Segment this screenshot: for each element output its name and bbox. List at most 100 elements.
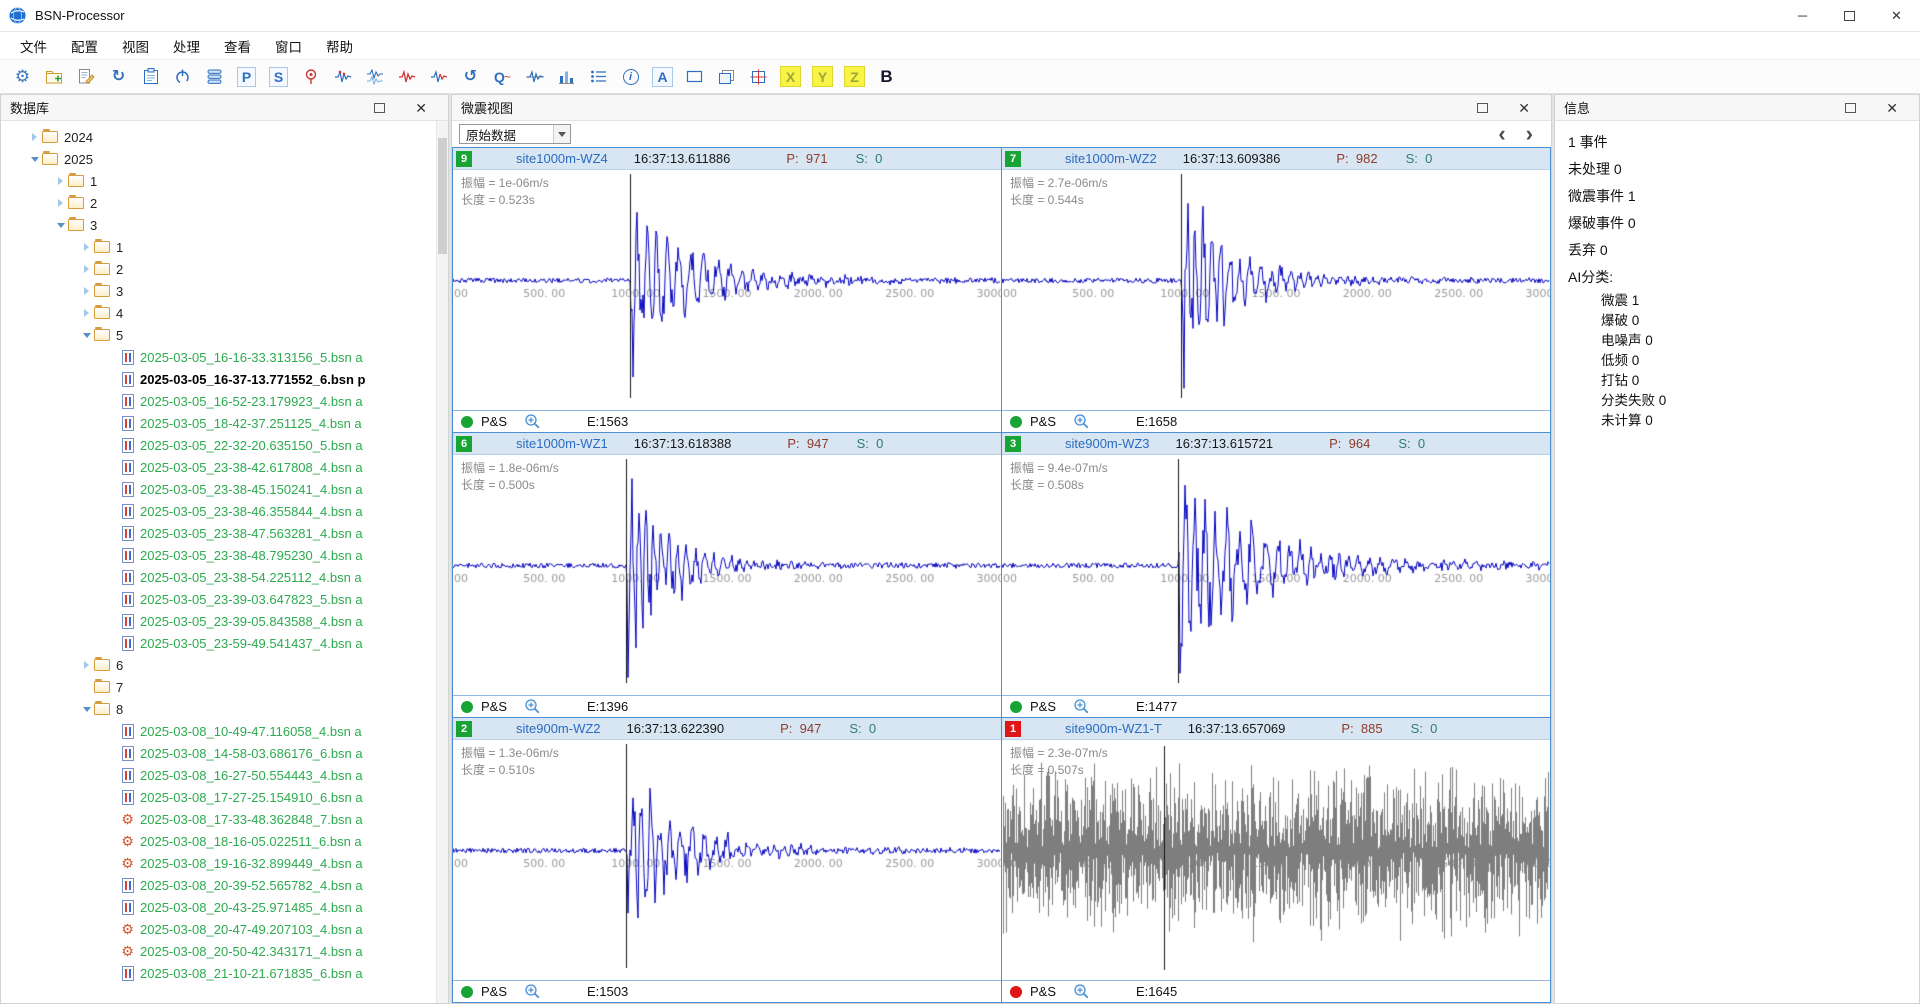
menu-window[interactable]: 窗口 bbox=[263, 32, 314, 59]
tree-file-row[interactable]: 2025-03-05_22-32-20.635150_5.bsn a bbox=[1, 434, 448, 456]
waveform-canvas[interactable] bbox=[453, 455, 1001, 695]
tree-file-row[interactable]: 2025-03-05_23-38-45.150241_4.bsn a bbox=[1, 478, 448, 500]
menu-config[interactable]: 配置 bbox=[59, 32, 110, 59]
waveform-highlight-button[interactable] bbox=[392, 63, 421, 90]
tree-folder-row[interactable]: 3 bbox=[1, 280, 448, 302]
waveform-filter-button[interactable] bbox=[424, 63, 453, 90]
tree-file-row[interactable]: 2025-03-05_23-38-42.617808_4.bsn a bbox=[1, 456, 448, 478]
tree-file-row[interactable]: ⚙2025-03-08_19-16-32.899449_4.bsn a bbox=[1, 852, 448, 874]
pick-s-button[interactable]: S bbox=[264, 63, 293, 90]
collapse-arrow-icon[interactable] bbox=[53, 223, 68, 228]
zoom-button[interactable] bbox=[1073, 698, 1090, 715]
menu-view[interactable]: 视图 bbox=[110, 32, 161, 59]
zoom-button[interactable] bbox=[524, 698, 541, 715]
waveform-stack-button[interactable] bbox=[360, 63, 389, 90]
tree-file-row[interactable]: 2025-03-08_10-49-47.116058_4.bsn a bbox=[1, 720, 448, 742]
ps-toggle[interactable]: P&S bbox=[1030, 984, 1056, 999]
tree-scrollbar-thumb[interactable] bbox=[438, 138, 447, 254]
tree-folder-row[interactable]: 4 bbox=[1, 302, 448, 324]
waveform-canvas[interactable] bbox=[1002, 170, 1550, 410]
expand-arrow-icon[interactable] bbox=[79, 243, 94, 251]
clipboard-button[interactable] bbox=[136, 63, 165, 90]
menu-process[interactable]: 处理 bbox=[161, 32, 212, 59]
collapse-arrow-icon[interactable] bbox=[27, 157, 42, 162]
channel-name[interactable]: site900m-WZ1-T bbox=[1065, 721, 1162, 736]
tree-scrollbar[interactable] bbox=[436, 121, 448, 1003]
annotation-button[interactable]: A bbox=[648, 63, 677, 90]
tree-file-row[interactable]: 2025-03-05_23-38-48.795230_4.bsn a bbox=[1, 544, 448, 566]
waveform-picks-button[interactable] bbox=[328, 63, 357, 90]
tree-folder-row[interactable]: 3 bbox=[1, 214, 448, 236]
tree-file-row[interactable]: ⚙2025-03-08_20-47-49.207103_4.bsn a bbox=[1, 918, 448, 940]
menu-inspect[interactable]: 查看 bbox=[212, 32, 263, 59]
prev-event-button[interactable]: ‹ bbox=[1498, 125, 1505, 143]
tree-file-row[interactable]: 2025-03-05_23-38-47.563281_4.bsn a bbox=[1, 522, 448, 544]
tree-folder-row[interactable]: 6 bbox=[1, 654, 448, 676]
tree-file-row[interactable]: ⚙2025-03-08_18-16-05.022511_6.bsn a bbox=[1, 830, 448, 852]
tree-file-row[interactable]: 2025-03-05_23-39-03.647823_5.bsn a bbox=[1, 588, 448, 610]
tree-folder-row[interactable]: 1 bbox=[1, 236, 448, 258]
info-maximize-icon[interactable] bbox=[1845, 103, 1856, 113]
tree-folder-row[interactable]: 1 bbox=[1, 170, 448, 192]
collapse-arrow-icon[interactable] bbox=[79, 707, 94, 712]
ps-toggle[interactable]: P&S bbox=[481, 414, 507, 429]
database-maximize-icon[interactable] bbox=[374, 103, 385, 113]
info-button[interactable]: i bbox=[616, 63, 645, 90]
menu-file[interactable]: 文件 bbox=[8, 32, 59, 59]
zoom-button[interactable] bbox=[524, 983, 541, 1000]
channel-name[interactable]: site1000m-WZ4 bbox=[516, 151, 608, 166]
database-close-icon[interactable]: ✕ bbox=[415, 101, 427, 115]
power-button[interactable] bbox=[168, 63, 197, 90]
bold-b-button[interactable]: B bbox=[872, 63, 901, 90]
undo-processing-button[interactable]: ↺ bbox=[456, 63, 485, 90]
expand-arrow-icon[interactable] bbox=[79, 661, 94, 669]
ps-toggle[interactable]: P&S bbox=[1030, 699, 1056, 714]
refresh-button[interactable]: ↻ bbox=[104, 63, 133, 90]
tree-folder-row[interactable]: 7 bbox=[1, 676, 448, 698]
locate-button[interactable] bbox=[296, 63, 325, 90]
info-close-icon[interactable]: ✕ bbox=[1886, 101, 1898, 115]
waveform-maximize-icon[interactable] bbox=[1477, 103, 1488, 113]
database-stack-button[interactable] bbox=[200, 63, 229, 90]
tree-file-row[interactable]: 2025-03-05_23-38-46.355844_4.bsn a bbox=[1, 500, 448, 522]
waveform-canvas[interactable] bbox=[453, 740, 1001, 980]
expand-arrow-icon[interactable] bbox=[79, 265, 94, 273]
expand-arrow-icon[interactable] bbox=[27, 133, 42, 141]
tree-file-row[interactable]: 2025-03-05_16-16-33.313156_5.bsn a bbox=[1, 346, 448, 368]
expand-arrow-icon[interactable] bbox=[79, 287, 94, 295]
add-folder-button[interactable] bbox=[40, 63, 69, 90]
tree-file-row[interactable]: ⚙2025-03-08_17-33-48.362848_7.bsn a bbox=[1, 808, 448, 830]
data-source-dropdown[interactable]: 原始数据 bbox=[459, 124, 571, 144]
waveform-canvas[interactable] bbox=[1002, 740, 1550, 980]
rect-select-button[interactable] bbox=[680, 63, 709, 90]
tree-file-row[interactable]: 2025-03-08_21-10-21.671835_6.bsn a bbox=[1, 962, 448, 984]
expand-arrow-icon[interactable] bbox=[53, 199, 68, 207]
duplicate-view-button[interactable] bbox=[712, 63, 741, 90]
zoom-button[interactable] bbox=[1073, 413, 1090, 430]
settings-button[interactable]: ⚙ bbox=[8, 63, 37, 90]
waveform-canvas[interactable] bbox=[453, 170, 1001, 410]
pick-p-button[interactable]: P bbox=[232, 63, 261, 90]
menu-help[interactable]: 帮助 bbox=[314, 32, 365, 59]
tree-folder-row[interactable]: 8 bbox=[1, 698, 448, 720]
expand-arrow-icon[interactable] bbox=[79, 309, 94, 317]
histogram-button[interactable] bbox=[552, 63, 581, 90]
tree-file-row[interactable]: 2025-03-08_20-39-52.565782_4.bsn a bbox=[1, 874, 448, 896]
tree-file-row[interactable]: 2025-03-05_18-42-37.251125_4.bsn a bbox=[1, 412, 448, 434]
channel-name[interactable]: site900m-WZ2 bbox=[516, 721, 601, 736]
waveform-canvas[interactable] bbox=[1002, 455, 1550, 695]
dropdown-arrow-icon[interactable] bbox=[553, 125, 570, 143]
spectrum-button[interactable] bbox=[520, 63, 549, 90]
tree-file-row[interactable]: ⚙2025-03-08_20-50-42.343171_4.bsn a bbox=[1, 940, 448, 962]
tree-file-row[interactable]: 2025-03-05_23-39-05.843588_4.bsn a bbox=[1, 610, 448, 632]
tree-folder-row[interactable]: 2 bbox=[1, 192, 448, 214]
tree-folder-row[interactable]: 2 bbox=[1, 258, 448, 280]
edit-report-button[interactable] bbox=[72, 63, 101, 90]
channel-name[interactable]: site1000m-WZ2 bbox=[1065, 151, 1157, 166]
axis-z-button[interactable]: Z bbox=[840, 63, 869, 90]
close-button[interactable]: ✕ bbox=[1873, 0, 1920, 31]
crosshair-button[interactable] bbox=[744, 63, 773, 90]
channel-name[interactable]: site900m-WZ3 bbox=[1065, 436, 1150, 451]
channel-name[interactable]: site1000m-WZ1 bbox=[516, 436, 608, 451]
tree-folder-row[interactable]: 2024 bbox=[1, 126, 448, 148]
